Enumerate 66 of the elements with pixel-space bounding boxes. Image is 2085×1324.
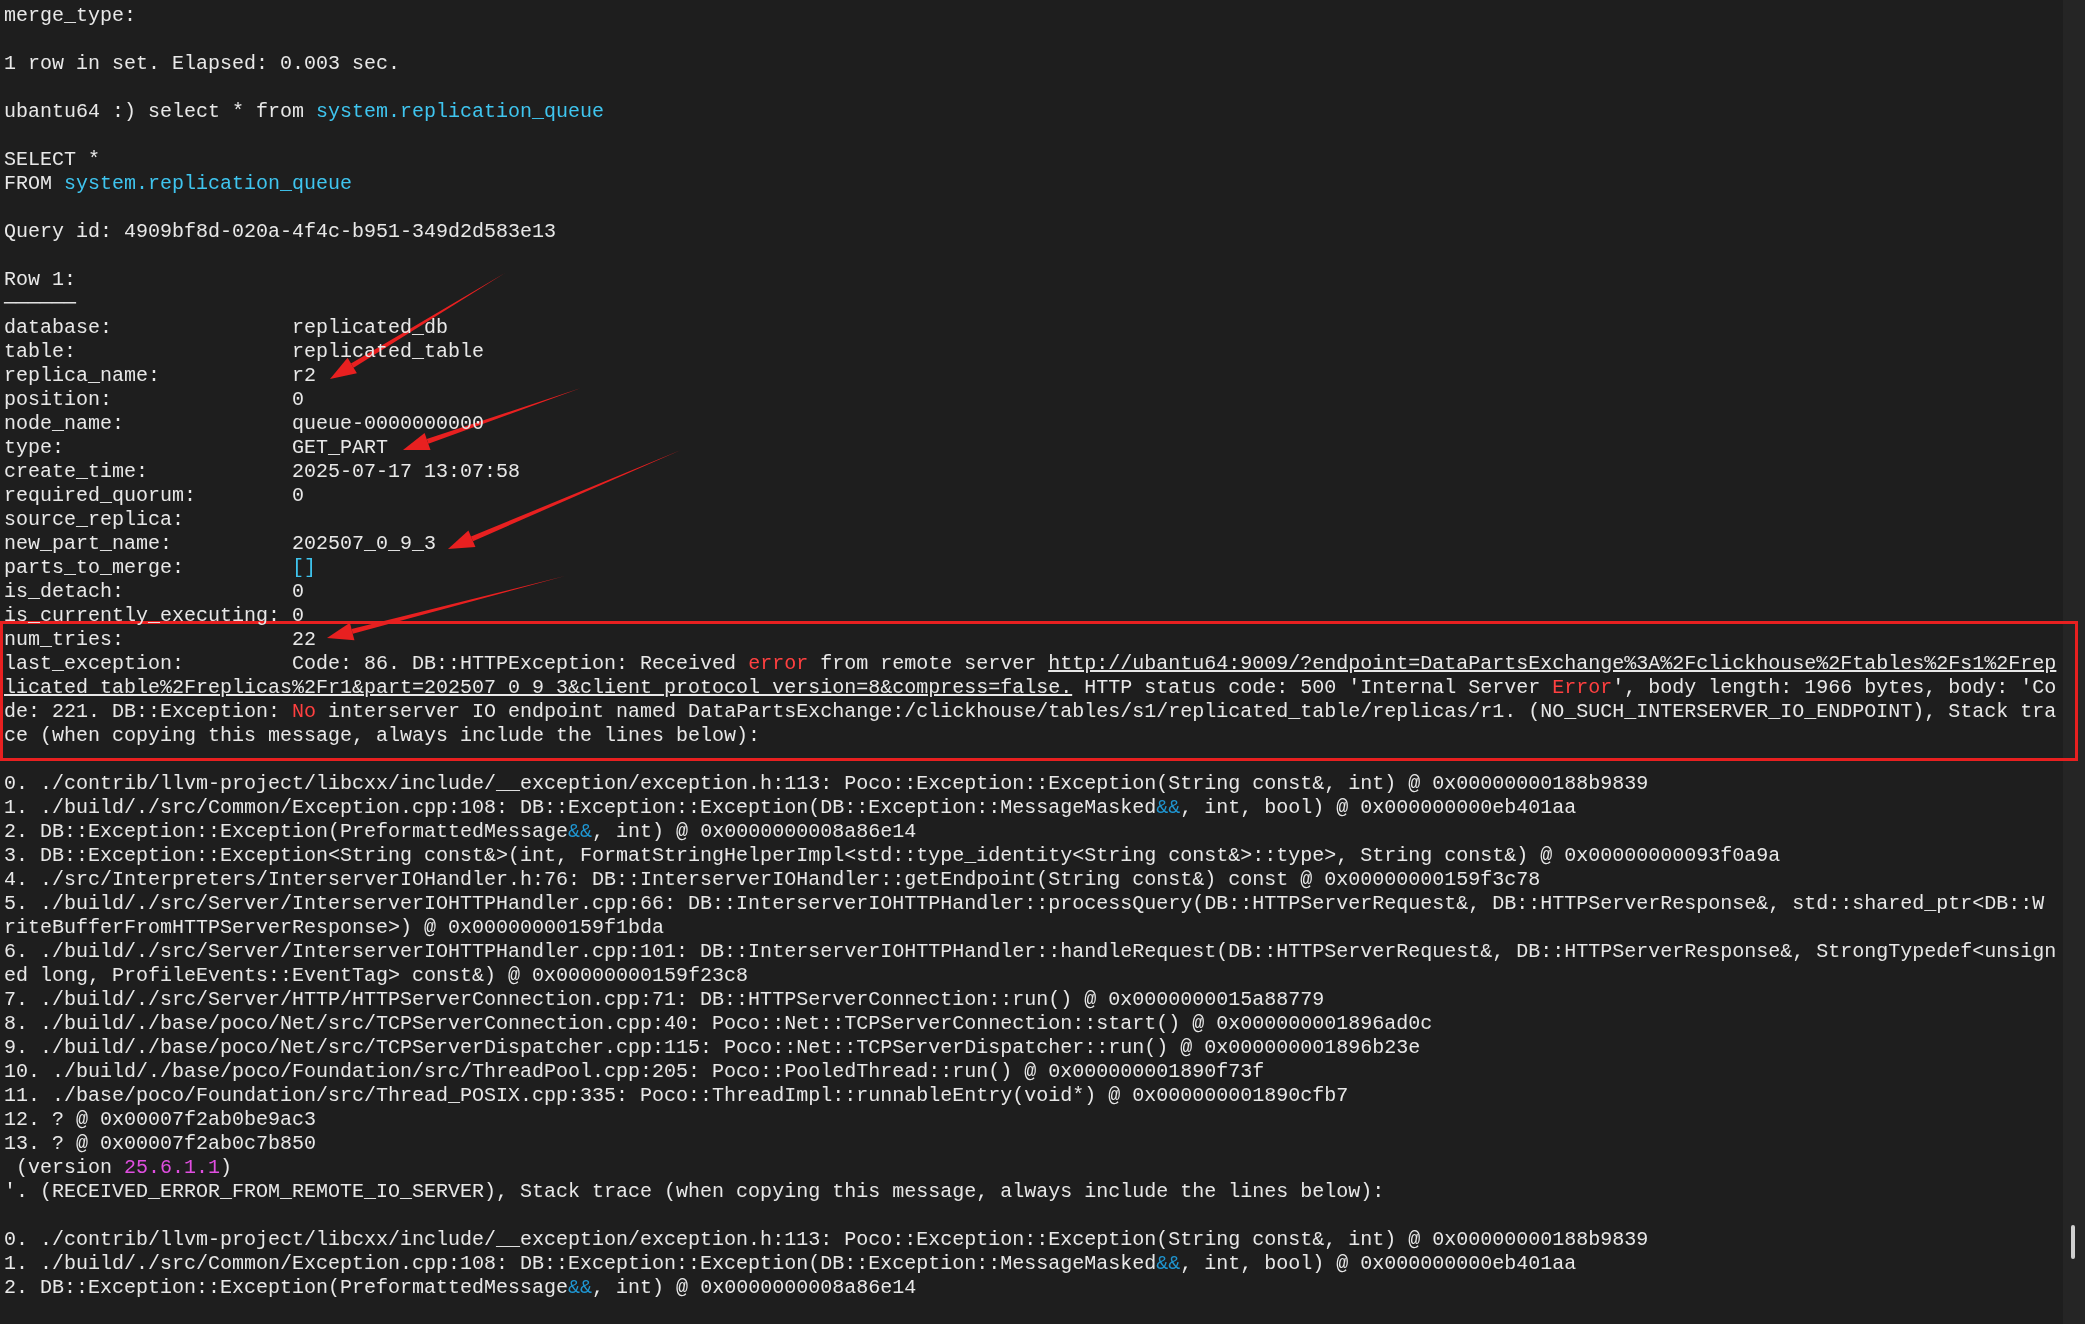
terminal-line: 8. ./build/./base/poco/Net/src/TCPServerConnection.cpp:40: Poco::Net::TCPServerConnection::start() @ 0x000000001896ad0c <box>4 1012 1433 1035</box>
field-label: source_replica: <box>4 508 186 532</box>
field-value: r2 <box>292 364 317 387</box>
terminal-line: de: 221. DB::Exception: No interserver IO endpoint named DataPartsExchange:/clickhouse/tables/s1/replicated_table/replicas/r1. (NO_SUCH_INTERSERVER_IO_ENDPOINT), Stack tra <box>4 700 2057 723</box>
field-label: type: <box>4 436 65 460</box>
terminal-text: ', body length: 1966 bytes, body: 'Co <box>1612 676 2057 699</box>
underline-rule: ────── <box>4 292 76 315</box>
field-label: database: <box>4 316 114 340</box>
terminal-line: riteBufferFromHTTPServerResponse>) @ 0x00000000159f1bda <box>4 916 665 939</box>
terminal-text: Error <box>1552 676 1613 699</box>
field-value: 0 <box>292 484 305 507</box>
field-value: 22 <box>292 628 317 651</box>
terminal-line: 2. DB::Exception::Exception(PreformattedMessage&&, int) @ 0x0000000008a86e14 <box>4 820 917 843</box>
field-label: node_name: <box>4 412 126 436</box>
terminal-line: 12. ? @ 0x00007f2ab0be9ac3 <box>4 1108 317 1131</box>
terminal-line: Query id: 4909bf8d-020a-4f4c-b951-349d2d583e13 <box>4 220 557 243</box>
terminal-line: 1. ./build/./src/Common/Exception.cpp:108: DB::Exception::Exception(DB::Exception::MessageMasked&&, int, bool) @ 0x000000000eb401aa <box>4 1252 1577 1275</box>
field-label: new_part_name: <box>4 532 174 556</box>
scrollbar-thumb[interactable] <box>2071 1225 2075 1259</box>
field-label: required_quorum: <box>4 484 198 508</box>
terminal-line: merge_type: <box>4 4 137 27</box>
field-value: 2025-07-17 13:07:58 <box>292 460 521 483</box>
terminal-line: 0. ./contrib/llvm-project/libcxx/include/__exception/exception.h:113: Poco::Exception::Exception(String const&, int) @ 0x00000000188b9839 <box>4 1228 1649 1251</box>
terminal-line: 2. DB::Exception::Exception(PreformattedMessage&&, int) @ 0x0000000008a86e14 <box>4 1276 917 1299</box>
url-link[interactable]: http://ubantu64:9009/?endpoint=DataPartsExchange%3A%2Fclickhouse%2Ftables%2Fs1%2Frep <box>1048 652 2057 675</box>
terminal-line: 10. ./build/./base/poco/Foundation/src/ThreadPool.cpp:205: Poco::PooledThread::run() @ 0x000000001890f73f <box>4 1060 1265 1083</box>
field-label: position: <box>4 388 114 412</box>
terminal-line: (version 25.6.1.1) <box>15 1156 233 1179</box>
terminal-text: from remote server <box>819 652 1038 675</box>
terminal-text: HTTP status code: 500 'Internal Server <box>1083 676 1542 699</box>
field-label: parts_to_merge: <box>4 556 186 580</box>
terminal-line: ed long, ProfileEvents::EventTag> const&) @ 0x00000000159f23c8 <box>4 964 749 987</box>
terminal-line: 0. ./contrib/llvm-project/libcxx/include/__exception/exception.h:113: Poco::Exception::Exception(String const&, int) @ 0x00000000188b9839 <box>4 772 1649 795</box>
field-label: is_currently_executing: <box>4 604 282 628</box>
field-label: num_tries: <box>4 628 126 652</box>
field-label: is_detach: <box>4 580 126 604</box>
terminal-line: 1. ./build/./src/Common/Exception.cpp:108: DB::Exception::Exception(DB::Exception::MessageMasked&&, int, bool) @ 0x000000000eb401aa <box>4 796 1577 819</box>
field-label: create_time: <box>4 460 150 484</box>
field-value: 202507_0_9_3 <box>292 532 437 555</box>
field-label: replica_name: <box>4 364 162 388</box>
field-value: 0 <box>292 604 305 627</box>
field-label: table: <box>4 340 77 364</box>
field-value: 0 <box>292 580 305 603</box>
field-value: [] <box>292 556 317 579</box>
terminal-text: Code: 86. DB::HTTPException: Received <box>292 652 738 675</box>
terminal-line: FROM system.replication_queue <box>4 172 353 195</box>
terminal-line: 5. ./build/./src/Server/InterserverIOHTTPHandler.cpp:66: DB::InterserverIOHTTPHandler::processQuery(DB::HTTPServerRequest&, DB::HTTPServerResponse&, std::shared_ptr<DB::W <box>4 892 2045 915</box>
terminal-line: SELECT * <box>4 148 100 171</box>
field-value: 0 <box>292 388 305 411</box>
terminal-line: 11. ./base/poco/Foundation/src/Thread_POSIX.cpp:335: Poco::ThreadImpl::runnableEntry(void*) @ 0x000000001890cfb7 <box>4 1084 1349 1107</box>
field-value: GET_PART <box>292 436 389 459</box>
field-label: last_exception: <box>4 652 186 676</box>
terminal-line: 4. ./src/Interpreters/InterserverIOHandler.h:76: DB::InterserverIOHandler::getEndpoint(String const&) const @ 0x00000000159f3c78 <box>4 868 1541 891</box>
url-link[interactable]: licated_table%2Freplicas%2Fr1&part=202507_0_9_3&client_protocol_version=8&compress=false. <box>4 676 1073 699</box>
terminal-line: 13. ? @ 0x00007f2ab0c7b850 <box>4 1132 317 1155</box>
terminal-line: ce (when copying this message, always include the lines below): <box>4 724 761 747</box>
terminal-line: 3. DB::Exception::Exception<String const&>(int, FormatStringHelperImpl<std::type_identity<String const&>::type>, String const&) @ 0x00000000093f0a9a <box>4 844 1781 867</box>
field-value: queue-0000000000 <box>292 412 485 435</box>
terminal-line: 7. ./build/./src/Server/HTTP/HTTPServerConnection.cpp:71: DB::HTTPServerConnection::run() @ 0x0000000015a88779 <box>4 988 1325 1011</box>
terminal-line: '. (RECEIVED_ERROR_FROM_REMOTE_IO_SERVER), Stack trace (when copying this message, always include the lines below): <box>4 1180 1385 1203</box>
terminal-line: 6. ./build/./src/Server/InterserverIOHTTPHandler.cpp:101: DB::InterserverIOHTTPHandler::handleRequest(DB::HTTPServerRequest&, DB::HTTPServerResponse&, StrongTypedef<unsign <box>4 940 2057 963</box>
terminal-line: Row 1: <box>4 268 76 291</box>
terminal-line: 1 row in set. Elapsed: 0.003 sec. <box>4 52 401 75</box>
terminal-text: error <box>748 652 809 675</box>
terminal-line: ubantu64 :) select * from system.replication_queue <box>4 100 605 123</box>
terminal-line: 9. ./build/./base/poco/Net/src/TCPServerDispatcher.cpp:115: Poco::Net::TCPServerDispatcher::run() @ 0x000000001896b23e <box>4 1036 1421 1059</box>
